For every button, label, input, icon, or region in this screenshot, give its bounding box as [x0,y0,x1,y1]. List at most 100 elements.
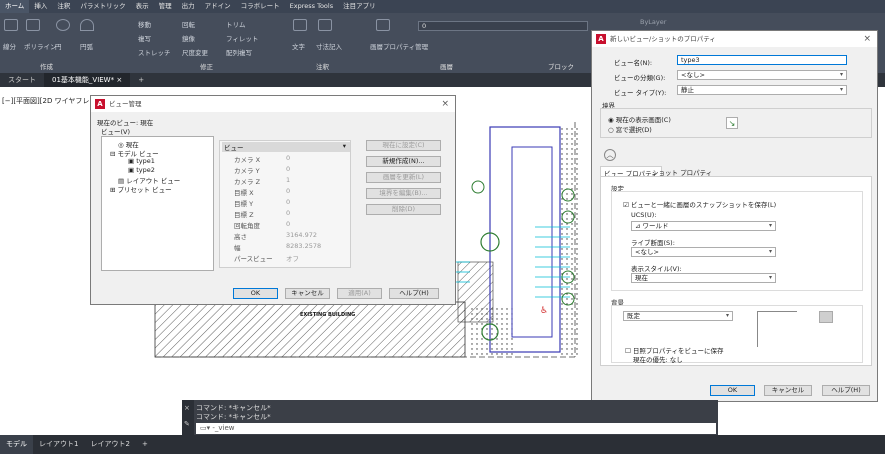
tree-item-type1[interactable]: ▣ type1 [128,157,155,165]
close-tab-icon[interactable]: × [116,76,122,84]
line-tool-label: 線分 [3,43,16,51]
tree-item-preset-views[interactable]: ⊞ プリセット ビュー [110,184,172,194]
tab-model[interactable]: モデル [0,435,33,454]
group-modify-label: 修正 [200,63,213,71]
layer-properties-icon[interactable] [376,19,390,31]
rotate-tool[interactable]: 回転 [182,19,195,29]
background-select[interactable]: 既定 ▾ [623,311,733,321]
dimension-tool-icon[interactable] [318,19,332,31]
autocad-logo-icon: A [95,99,105,109]
background-browse-button[interactable] [819,311,833,323]
update-layers-button[interactable]: 画層を更新(L) [366,172,441,183]
live-section-label: ライブ断面(S): [631,239,675,247]
tree-item-type2[interactable]: ▣ type2 [128,166,155,174]
menu-tab-featured-apps[interactable]: 注目アプリ [338,0,381,13]
new-view-title: 新しいビュー/ショットのプロパティ [610,35,716,43]
view-tree[interactable]: ◎ 現在 ⊟ モデル ビュー ▣ type1 ▣ type2 ▤ レイアウト ビ… [101,136,214,271]
menu-tab-addins[interactable]: アドイン [200,0,236,13]
text-tool-label: 文字 [292,43,305,51]
chevron-down-icon: ▾ [839,71,843,78]
ucs-label: UCS(U): [631,211,657,219]
tab-active-drawing[interactable]: 01基本機能_VIEW* × [44,73,131,87]
ok-button[interactable]: OK [710,385,755,396]
ucs-select[interactable]: ⊿ ワールド ▾ [631,221,776,231]
dotted-strip-2 [470,307,515,357]
property-value: 0 [286,198,291,206]
edit-boundary-button[interactable]: 境界を編集(B)... [366,188,441,199]
array-tool[interactable]: 配列複写 [226,47,252,57]
arc-tool-label: 円弧 [80,43,93,51]
help-button[interactable]: ヘルプ(H) [389,288,439,299]
bylayer-label[interactable]: ByLayer [640,18,666,26]
menu-tab-parametric[interactable]: パラメトリック [75,0,130,13]
add-layout-button[interactable]: + [136,435,154,454]
tab-layout1[interactable]: レイアウト1 [33,435,84,454]
property-key: 目標 X [234,189,254,197]
menu-tab-view[interactable]: 表示 [131,0,154,13]
command-input[interactable]: ▭▾ -_view [196,423,716,434]
command-prompt-icon: ▭▾ [200,424,213,432]
line-tool-icon[interactable] [4,19,18,31]
property-value: 0 [286,165,291,173]
live-section-select[interactable]: <なし> ▾ [631,247,776,257]
polyline-tool-icon[interactable] [26,19,40,31]
collapse-up-icon[interactable]: ︿ [604,149,616,161]
circle-tool-icon[interactable] [56,19,70,31]
view-category-select[interactable]: <なし> ▾ [677,70,847,80]
arc-tool-icon[interactable] [80,19,94,31]
property-key: カメラ Z [234,178,261,186]
menu-tab-insert[interactable]: 挿入 [29,0,52,13]
apply-button[interactable]: 適用(A) [337,288,382,299]
fillet-tool[interactable]: フィレット [226,33,258,43]
tab-start[interactable]: スタート [0,73,44,87]
move-tool[interactable]: 移動 [138,19,151,29]
delete-view-button[interactable]: 削除(D) [366,204,441,215]
menu-tab-manage[interactable]: 管理 [154,0,177,13]
define-window-icon[interactable]: ↘ [726,117,738,129]
menu-tab-express-tools[interactable]: Express Tools [285,0,338,13]
new-view-button[interactable]: 新規作成(N)... [366,156,441,167]
stretch-tool[interactable]: ストレッチ [138,47,171,57]
expand-icon[interactable]: ⊟ [110,150,118,158]
cancel-button[interactable]: キャンセル [764,385,812,396]
scale-tool[interactable]: 尺度変更 [182,47,208,57]
property-key: カメラ X [234,156,261,164]
expand-icon[interactable]: ⊞ [110,186,118,194]
layer-properties-label: 画層プロパティ管理 [370,43,429,51]
properties-header[interactable]: ビュー ▾ [222,142,350,152]
layer-dropdown[interactable]: 0 [418,21,588,31]
tab-layout2[interactable]: レイアウト2 [84,435,135,454]
cancel-button[interactable]: キャンセル [285,288,330,299]
ribbon-menu-bar: ホーム 挿入 注釈 パラメトリック 表示 管理 出力 アドイン コラボレート E… [0,0,885,13]
radio-current-display[interactable]: ◉ 現在の表示画面(C) [608,114,671,124]
copy-tool[interactable]: 複写 [138,33,151,43]
views-list-label: ビュー(V) [101,128,131,136]
view-name-input[interactable]: type3 [677,55,847,65]
menu-tab-home[interactable]: ホーム [0,0,30,13]
help-button[interactable]: ヘルプ(H) [822,385,870,396]
new-view-titlebar: A 新しいビュー/ショットのプロパティ × [592,31,877,47]
radio-window[interactable]: ○ 窓で選択(D) [608,124,652,134]
autocad-logo-icon: A [596,34,606,44]
close-icon[interactable]: × [441,96,449,112]
trim-tool[interactable]: トリム [226,19,246,29]
save-layer-snapshot-checkbox[interactable]: ☑ ビューと一緒に画層のスナップショットを保存(L) [623,199,776,209]
ok-button[interactable]: OK [233,288,278,299]
visual-style-select[interactable]: 現在 ▾ [631,273,776,283]
property-key: パースビュー [234,255,273,263]
menu-tab-output[interactable]: 出力 [177,0,200,13]
menu-tab-annotate[interactable]: 注釈 [52,0,75,13]
new-tab-button[interactable]: + [130,73,152,87]
set-current-button[interactable]: 現在に設定(C) [366,140,441,151]
close-icon[interactable]: × [863,31,871,47]
property-key: 幅 [234,244,241,252]
group-annotate-label: 注釈 [316,63,329,71]
text-tool-icon[interactable] [293,19,307,31]
existing-building-label: EXISTING BUILDING [300,312,356,318]
mirror-tool[interactable]: 鏡像 [182,33,195,43]
close-icon[interactable]: × [184,404,190,412]
menu-tab-collaborate[interactable]: コラボレート [236,0,285,13]
property-key: 高さ [234,233,247,241]
wrench-icon[interactable]: ✎ [184,420,190,428]
view-type-select[interactable]: 静止 ▾ [677,85,847,95]
